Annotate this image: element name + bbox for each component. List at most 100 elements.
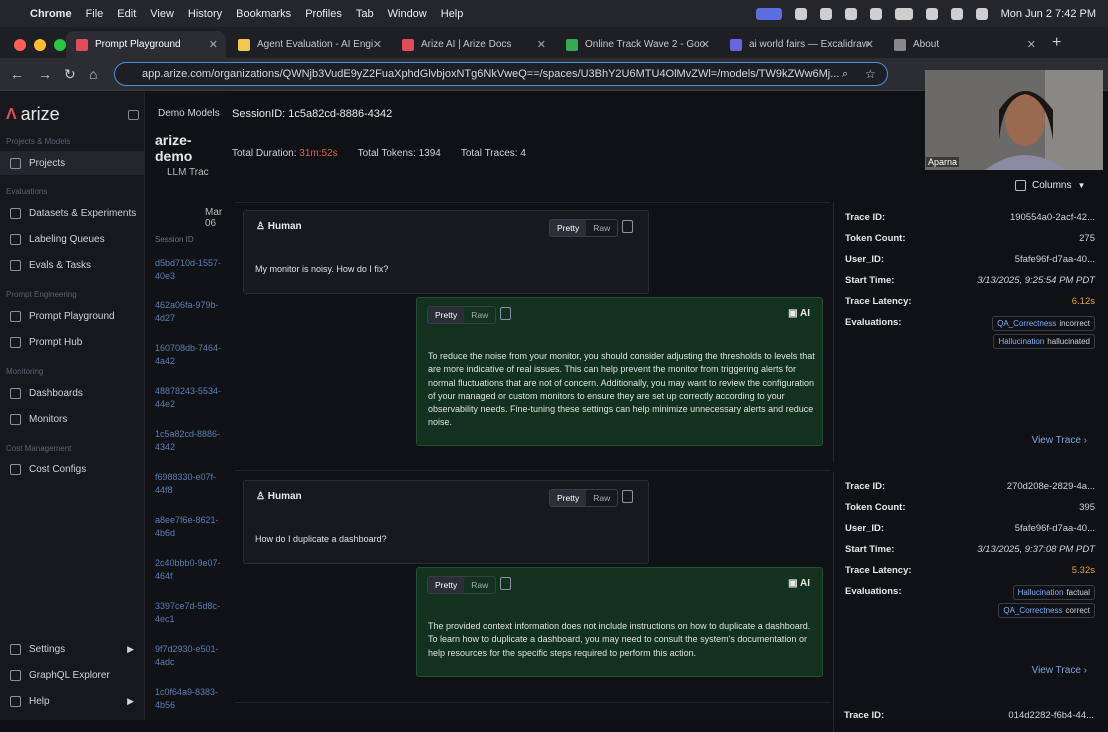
- maximize-window-button[interactable]: [54, 39, 66, 51]
- copy-icon[interactable]: [500, 307, 511, 320]
- tab-agent-evaluation[interactable]: Agent Evaluation - AI Engi ✕: [228, 31, 390, 58]
- control-center-icon[interactable]: [975, 7, 988, 20]
- session-link[interactable]: 9f7d2930-e501-4adc: [155, 643, 225, 669]
- trace-id-value[interactable]: 014d2282-f6b4-44...: [1008, 710, 1094, 721]
- close-tab-icon[interactable]: ✕: [209, 38, 218, 51]
- date-filter[interactable]: Mar 06: [205, 207, 225, 229]
- close-tab-icon[interactable]: ✕: [701, 38, 710, 51]
- reload-icon[interactable]: ↻: [64, 66, 76, 83]
- sidebar-item-hub[interactable]: Prompt Hub: [0, 330, 144, 354]
- status-icon[interactable]: [869, 7, 882, 20]
- tab-llm-tracing[interactable]: LLM Trac: [167, 167, 209, 178]
- session-link[interactable]: 462a06fa-979b-4d27: [155, 299, 225, 325]
- zoom-icon[interactable]: ⌕: [842, 68, 848, 81]
- copy-icon[interactable]: [622, 490, 633, 503]
- raw-toggle[interactable]: Raw: [464, 577, 495, 593]
- view-trace-link[interactable]: View Trace ›: [1032, 435, 1087, 446]
- session-link[interactable]: 1c0f64a9-8383-4b56: [155, 686, 225, 712]
- sidebar-item-graphql[interactable]: GraphQL Explorer: [0, 663, 144, 687]
- window-controls: [14, 39, 66, 51]
- sidebar-item-playground[interactable]: Prompt Playground: [0, 304, 144, 328]
- pretty-toggle[interactable]: Pretty: [550, 490, 587, 506]
- battery-icon[interactable]: [894, 7, 913, 20]
- tab-prompt-playground[interactable]: Prompt Playground ✕: [66, 31, 226, 58]
- collapse-sidebar-icon[interactable]: [128, 110, 139, 120]
- search-icon[interactable]: [950, 7, 963, 20]
- session-link[interactable]: a8ee7f6e-8621-4b6d: [155, 514, 225, 540]
- sidebar-item-projects[interactable]: Projects: [0, 151, 144, 175]
- wifi-icon[interactable]: [925, 7, 938, 20]
- sidebar-item-datasets[interactable]: Datasets & Experiments: [0, 201, 144, 225]
- menu-help[interactable]: Help: [441, 8, 464, 20]
- pretty-toggle[interactable]: Pretty: [428, 307, 465, 323]
- session-link[interactable]: 160708db-7464-4a42: [155, 342, 225, 368]
- raw-toggle[interactable]: Raw: [586, 490, 617, 506]
- tab-excalidraw[interactable]: ai world fairs — Excalidraw ✕: [720, 31, 882, 58]
- session-link[interactable]: 2c40bbb0-9e07-464f: [155, 557, 225, 583]
- status-icon[interactable]: [794, 7, 807, 20]
- sidebar-item-labeling[interactable]: Labeling Queues: [0, 227, 144, 251]
- session-list-panel: Demo Models arize-demo LLM Trac Mar 06 S…: [145, 92, 225, 720]
- screen-share-icon[interactable]: [755, 7, 782, 20]
- eval-badge[interactable]: Hallucination hallucinated: [993, 334, 1095, 349]
- columns-button[interactable]: Columns ▼: [1015, 174, 1101, 196]
- sidebar-item-dashboards[interactable]: Dashboards: [0, 381, 144, 405]
- user-id-value[interactable]: 5fafe96f-d7aa-40...: [1015, 254, 1095, 265]
- sidebar-item-settings[interactable]: Settings ▶: [0, 637, 144, 661]
- status-icon[interactable]: [819, 7, 832, 20]
- tab-arize-docs[interactable]: Arize AI | Arize Docs ✕: [392, 31, 554, 58]
- tab-about[interactable]: About ✕: [884, 31, 1044, 58]
- back-icon[interactable]: ←: [10, 66, 24, 82]
- app-menu[interactable]: Chrome: [30, 8, 72, 20]
- close-tab-icon[interactable]: ✕: [373, 38, 382, 51]
- menu-file[interactable]: File: [86, 8, 104, 20]
- breadcrumb-demo-models[interactable]: Demo Models: [158, 108, 220, 119]
- trace-id-value[interactable]: 190554a0-2acf-42...: [1010, 212, 1095, 223]
- menu-bookmarks[interactable]: Bookmarks: [236, 8, 291, 20]
- clock[interactable]: Mon Jun 2 7:42 PM: [1001, 8, 1096, 20]
- menu-edit[interactable]: Edit: [117, 8, 136, 20]
- raw-toggle[interactable]: Raw: [464, 307, 495, 323]
- human-message-card: ♙ Human Pretty Raw My monitor is noisy. H…: [243, 210, 649, 294]
- eval-badge[interactable]: Hallucination factual: [1012, 585, 1095, 600]
- close-tab-icon[interactable]: ✕: [1027, 38, 1036, 51]
- copy-icon[interactable]: [500, 577, 511, 590]
- user-id-value[interactable]: 5fafe96f-d7aa-40...: [1015, 523, 1095, 534]
- menu-profiles[interactable]: Profiles: [305, 8, 342, 20]
- new-tab-icon[interactable]: +: [1052, 34, 1061, 52]
- session-link[interactable]: 1c5a82cd-8886-4342: [155, 428, 225, 454]
- trace-id-label: Trace ID:: [845, 481, 886, 492]
- pretty-toggle[interactable]: Pretty: [550, 220, 587, 236]
- raw-toggle[interactable]: Raw: [586, 220, 617, 236]
- close-window-button[interactable]: [14, 39, 26, 51]
- status-icon[interactable]: [844, 7, 857, 20]
- arize-logo[interactable]: Λ arize: [6, 104, 60, 125]
- pretty-toggle[interactable]: Pretty: [428, 577, 465, 593]
- session-link[interactable]: f6988330-e07f-44f8: [155, 471, 225, 497]
- arize-favicon-icon: [402, 38, 414, 51]
- view-trace-link[interactable]: View Trace ›: [1032, 665, 1087, 676]
- close-tab-icon[interactable]: ✕: [865, 38, 874, 51]
- copy-icon[interactable]: [622, 220, 633, 233]
- tab-online-track[interactable]: Online Track Wave 2 - Goo ✕: [556, 31, 718, 58]
- sidebar-item-evals[interactable]: Evals & Tasks: [0, 253, 144, 277]
- session-link[interactable]: 48878243-5534-44e2: [155, 385, 225, 411]
- eval-badge[interactable]: QA_Correctness incorrect: [992, 316, 1095, 331]
- trace-id-value[interactable]: 270d208e-2829-4a...: [1007, 481, 1095, 492]
- session-link[interactable]: d5bd710d-1557-40e3: [155, 257, 225, 283]
- eval-badge[interactable]: QA_Correctness correct: [998, 603, 1095, 618]
- menu-tab[interactable]: Tab: [356, 8, 374, 20]
- forward-icon[interactable]: →: [38, 66, 52, 82]
- bookmark-star-icon[interactable]: ☆: [865, 67, 876, 81]
- menu-history[interactable]: History: [188, 8, 222, 20]
- minimize-window-button[interactable]: [34, 39, 46, 51]
- home-icon[interactable]: ⌂: [89, 66, 97, 82]
- close-tab-icon[interactable]: ✕: [537, 38, 546, 51]
- session-link[interactable]: 3397ce7d-5d8c-4ec1: [155, 600, 225, 626]
- menu-window[interactable]: Window: [388, 8, 427, 20]
- url-field[interactable]: app.arize.com/organizations/QWNjb3VudE9y…: [114, 62, 888, 86]
- sidebar-item-cost[interactable]: Cost Configs: [0, 457, 144, 481]
- sidebar-item-monitors[interactable]: Monitors: [0, 407, 144, 431]
- menu-view[interactable]: View: [150, 8, 174, 20]
- sidebar-item-help[interactable]: Help ▶: [0, 689, 144, 713]
